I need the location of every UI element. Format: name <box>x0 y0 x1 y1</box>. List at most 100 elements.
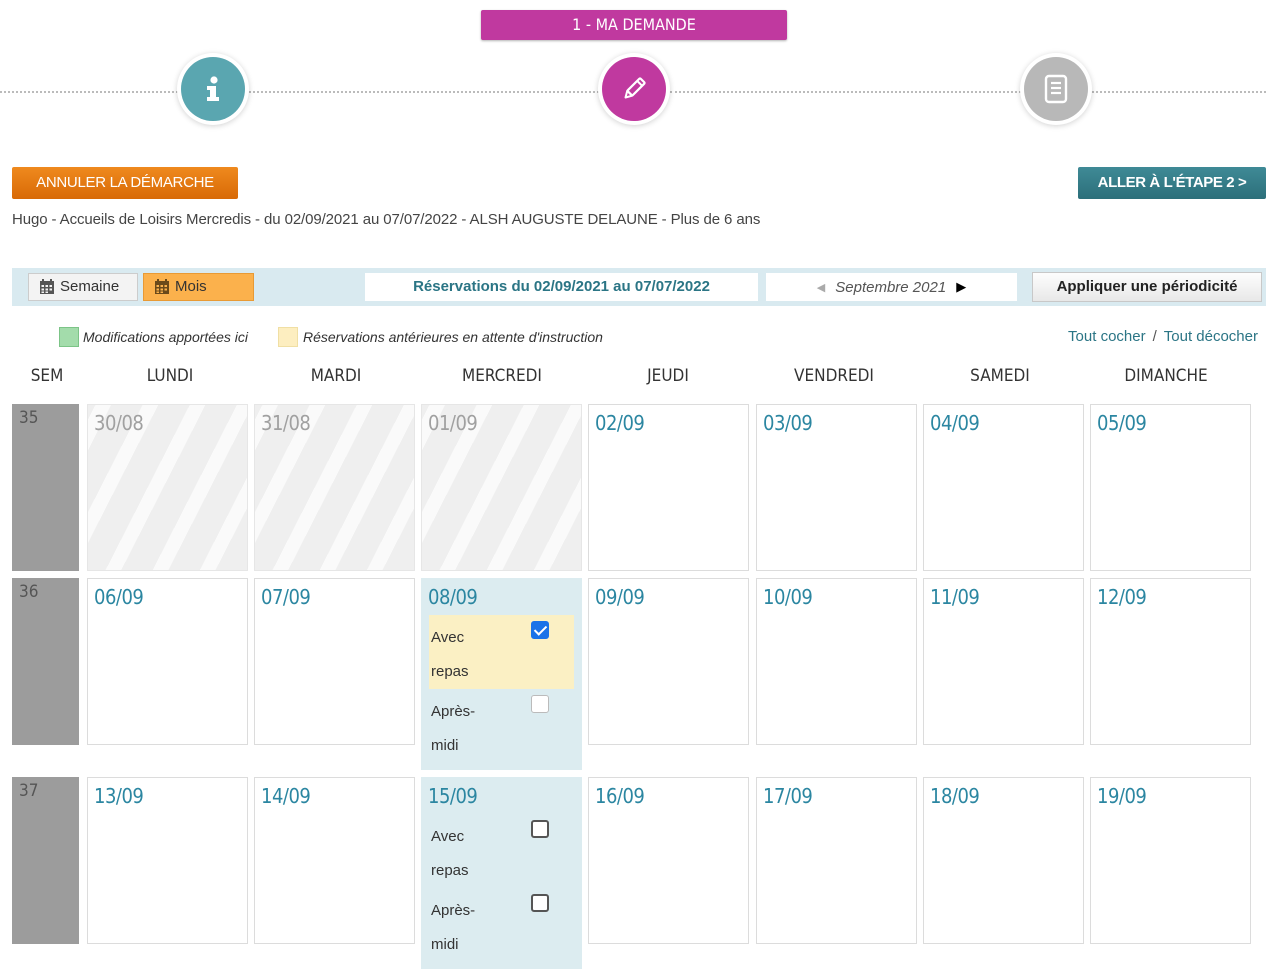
day-cell[interactable]: 04/09 <box>923 404 1084 571</box>
day-cell[interactable]: 07/09 <box>254 578 415 745</box>
reservation-checkbox <box>531 695 549 713</box>
day-date: 18/09 <box>930 784 980 808</box>
week-view-label: Semaine <box>60 278 120 295</box>
day-cell[interactable]: 02/09 <box>588 404 749 571</box>
reservation-option-label: Avec repas <box>431 629 469 680</box>
week-number: 37 <box>12 777 79 944</box>
day-date: 05/09 <box>1097 411 1147 435</box>
check-separator: / <box>1152 328 1157 345</box>
day-date: 13/09 <box>94 784 144 808</box>
request-summary: Hugo - Accueils de Loisirs Mercredis - d… <box>12 211 761 228</box>
day-cell[interactable]: 09/09 <box>588 578 749 745</box>
pencil-icon <box>624 77 646 99</box>
reservation-option-label: Après-midi <box>431 902 476 953</box>
info-icon <box>207 76 219 101</box>
reservation-option-label: Après-midi <box>431 703 476 754</box>
column-header-week: SEM <box>30 366 64 386</box>
document-icon <box>1044 74 1068 104</box>
week-number: 35 <box>12 404 79 571</box>
cancel-process-button[interactable]: ANNULER LA DÉMARCHE <box>12 167 238 199</box>
column-header-day: MERCREDI <box>462 366 542 386</box>
column-header-day: JEUDI <box>647 366 689 386</box>
check-all-link[interactable]: Tout cocher <box>1068 328 1146 345</box>
day-cell[interactable]: 17/09 <box>756 777 917 944</box>
day-date: 19/09 <box>1097 784 1147 808</box>
legend-pending-swatch <box>278 327 298 347</box>
reservation-checkbox[interactable] <box>531 894 549 912</box>
day-date: 10/09 <box>763 585 813 609</box>
column-header-day: VENDREDI <box>794 366 874 386</box>
day-date: 08/09 <box>428 585 478 609</box>
day-date: 14/09 <box>261 784 311 808</box>
reservation-option: Après-midi <box>429 888 574 962</box>
step-1-info[interactable] <box>181 57 245 121</box>
column-header-day: SAMEDI <box>970 366 1030 386</box>
legend-modified-swatch <box>59 327 79 347</box>
step-2-edit[interactable] <box>602 57 666 121</box>
step-connector <box>670 91 1021 93</box>
day-date: 12/09 <box>1097 585 1147 609</box>
legend-modified-text: Modifications apportées ici <box>83 329 248 345</box>
calendar-icon <box>40 279 54 294</box>
day-cell[interactable]: 16/09 <box>588 777 749 944</box>
reservation-checkbox[interactable] <box>531 820 549 838</box>
day-date: 06/09 <box>94 585 144 609</box>
day-cell[interactable]: 05/09 <box>1090 404 1251 571</box>
calendar-toolbar: Semaine Mois Réservations du 02/09/2021 … <box>12 268 1266 306</box>
previous-month-icon[interactable]: ◀ <box>817 281 825 294</box>
day-cell: 31/08 <box>254 404 415 571</box>
legend-pending-text: Réservations antérieures en attente d'in… <box>303 329 603 345</box>
step-title: 1 - MA DEMANDE <box>481 10 787 40</box>
day-date: 07/09 <box>261 585 311 609</box>
day-cell[interactable]: 14/09 <box>254 777 415 944</box>
column-header-day: DIMANCHE <box>1124 366 1208 386</box>
day-cell: 30/08 <box>87 404 248 571</box>
reservation-range: Réservations du 02/09/2021 au 07/07/2022 <box>365 273 758 301</box>
day-date: 02/09 <box>595 411 645 435</box>
day-date: 01/09 <box>428 411 478 435</box>
check-controls: Tout cocher / Tout décocher <box>1068 328 1258 345</box>
reservation-option: Avec repas <box>429 814 574 888</box>
day-date: 16/09 <box>595 784 645 808</box>
step-connector <box>249 91 599 93</box>
day-date: 17/09 <box>763 784 813 808</box>
uncheck-all-link[interactable]: Tout décocher <box>1164 328 1258 345</box>
month-navigator: ◀ Septembre 2021 ▶ <box>766 273 1017 301</box>
day-cell[interactable]: 19/09 <box>1090 777 1251 944</box>
next-month-icon[interactable]: ▶ <box>956 279 966 295</box>
day-date: 09/09 <box>595 585 645 609</box>
month-view-button[interactable]: Mois <box>143 273 254 301</box>
step-3-summary[interactable] <box>1024 57 1088 121</box>
day-cell[interactable]: 08/09 Avec repas Après-midi <box>421 578 582 770</box>
day-cell[interactable]: 11/09 <box>923 578 1084 745</box>
day-date: 15/09 <box>428 784 478 808</box>
step-connector <box>0 91 178 93</box>
day-date: 04/09 <box>930 411 980 435</box>
step-connector <box>1092 91 1266 93</box>
current-month: Septembre 2021 <box>835 278 947 296</box>
day-cell[interactable]: 10/09 <box>756 578 917 745</box>
reservation-option-label: Avec repas <box>431 828 469 879</box>
day-date: 31/08 <box>261 411 311 435</box>
week-number: 36 <box>12 578 79 745</box>
day-date: 11/09 <box>930 585 980 609</box>
day-cell[interactable]: 18/09 <box>923 777 1084 944</box>
month-view-label: Mois <box>175 278 207 295</box>
week-view-button[interactable]: Semaine <box>28 273 138 301</box>
day-cell[interactable]: 06/09 <box>87 578 248 745</box>
reservation-option: Après-midi <box>429 689 574 763</box>
reservation-checkbox[interactable] <box>531 621 549 639</box>
column-header-day: LUNDI <box>146 366 194 386</box>
day-cell[interactable]: 03/09 <box>756 404 917 571</box>
day-cell: 01/09 <box>421 404 582 571</box>
day-cell[interactable]: 12/09 <box>1090 578 1251 745</box>
apply-periodicity-button[interactable]: Appliquer une périodicité <box>1032 272 1262 302</box>
column-header-day: MARDI <box>310 366 362 386</box>
go-to-step-2-button[interactable]: ALLER À L'ÉTAPE 2 > <box>1078 167 1266 199</box>
reservation-option: Avec repas <box>429 615 574 689</box>
day-date: 30/08 <box>94 411 144 435</box>
calendar-icon <box>155 279 169 294</box>
day-cell[interactable]: 15/09 Avec repas Après-midi <box>421 777 582 969</box>
day-cell[interactable]: 13/09 <box>87 777 248 944</box>
day-date: 03/09 <box>763 411 813 435</box>
